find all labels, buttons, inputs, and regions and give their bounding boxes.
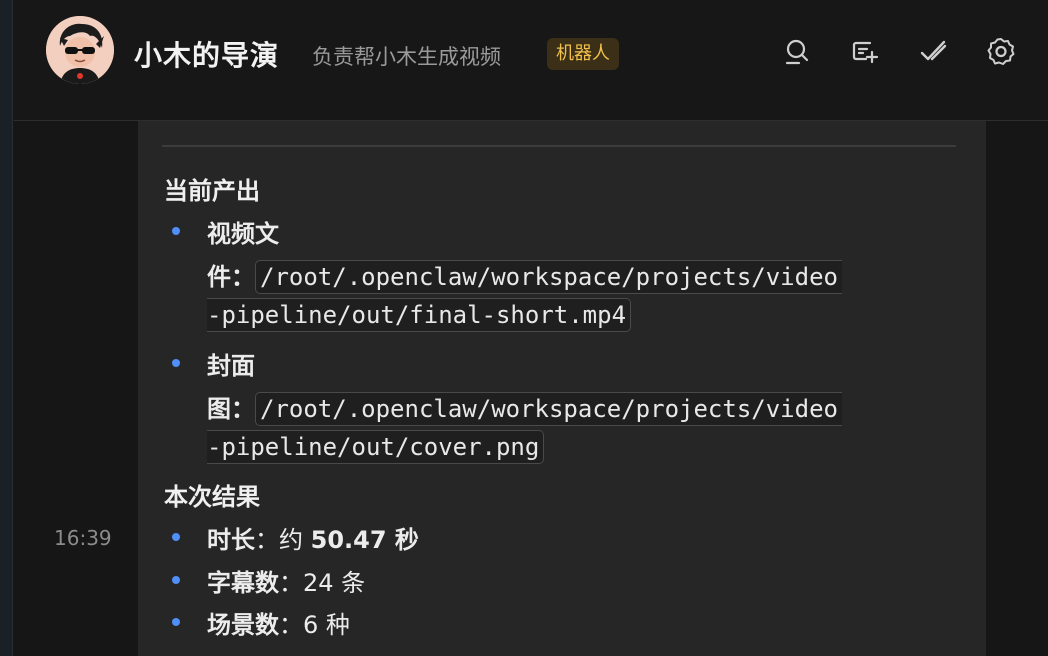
video-file-label-cont: 件：: [207, 263, 255, 291]
chat-header: 小木的导演 负责帮小木生成视频 机器人: [14, 0, 1048, 121]
subtitle-count-sep: ：: [279, 569, 303, 597]
avatar[interactable]: [46, 16, 114, 84]
header-toolbar: [780, 34, 1018, 68]
duration-unit: 秒: [386, 526, 419, 554]
bullet: [172, 227, 180, 235]
cover-label-cont: 图：: [207, 395, 255, 423]
new-chat-button[interactable]: [848, 34, 882, 68]
message-timestamp: 16:39: [54, 526, 112, 550]
subtitle-count-unit: 条: [333, 569, 366, 597]
scene-count-item: 场景数：6 种: [207, 605, 350, 640]
cover-path-line2: -pipeline/out/cover.png: [207, 430, 545, 464]
new-chat-icon: [852, 41, 879, 64]
cover-path-line1: 图：/root/.openclaw/workspace/projects/vid…: [207, 389, 842, 426]
bot-badge: 机器人: [547, 38, 619, 70]
search-button[interactable]: [780, 34, 814, 68]
duration-label: 时长: [207, 526, 255, 554]
subtitle-count-item: 字幕数：24 条: [207, 563, 365, 598]
duration-item: 时长：约 50.47 秒: [207, 520, 419, 555]
divider: [162, 145, 956, 147]
video-file-label: 视频文: [207, 220, 279, 248]
subtitle-count-value: 24: [303, 569, 334, 597]
duration-value: 50.47: [310, 526, 387, 554]
scene-count-unit: 种: [318, 611, 350, 639]
settings-button[interactable]: [984, 34, 1018, 68]
cover-label: 封面: [207, 352, 255, 380]
scene-count-sep: ：: [279, 611, 303, 639]
video-file-path-line2: -pipeline/out/final-short.mp4: [207, 298, 632, 332]
cover-path-code[interactable]: /root/.openclaw/workspace/projects/video: [255, 392, 842, 426]
search-icon: [785, 39, 809, 65]
video-file-path-line1: 件：/root/.openclaw/workspace/projects/vid…: [207, 257, 842, 294]
bullet: [172, 533, 180, 541]
bullet: [172, 576, 180, 584]
section-title-result: 本次结果: [164, 483, 260, 511]
bullet: [172, 359, 180, 367]
video-file-path-code[interactable]: /root/.openclaw/workspace/projects/video: [255, 260, 842, 294]
scene-count-value: 6: [303, 611, 319, 639]
avatar-image: [46, 16, 114, 84]
app-window: 小木的导演 负责帮小木生成视频 机器人 16:39 当前产出 视频文 件： /r…: [0, 0, 1048, 656]
duration-sep: ：约: [255, 526, 311, 554]
section-title-output: 当前产出: [164, 177, 260, 205]
sidebar-edge: [0, 0, 13, 656]
check-icon: [920, 40, 947, 61]
cover-path-code-cont[interactable]: -pipeline/out/cover.png: [207, 430, 545, 464]
chat-title: 小木的导演: [134, 39, 280, 72]
bullet: [172, 618, 180, 626]
message-bubble: 当前产出 视频文 件：/root/.openclaw/workspace/pro…: [138, 121, 986, 656]
settings-icon: [987, 38, 1015, 65]
video-file-path-code-cont[interactable]: -pipeline/out/final-short.mp4: [207, 298, 632, 332]
chat-subtitle: 负责帮小木生成视频: [312, 45, 501, 69]
subtitle-count-label: 字幕数: [207, 569, 279, 597]
mark-done-button[interactable]: [916, 34, 950, 68]
scene-count-label: 场景数: [207, 611, 279, 639]
